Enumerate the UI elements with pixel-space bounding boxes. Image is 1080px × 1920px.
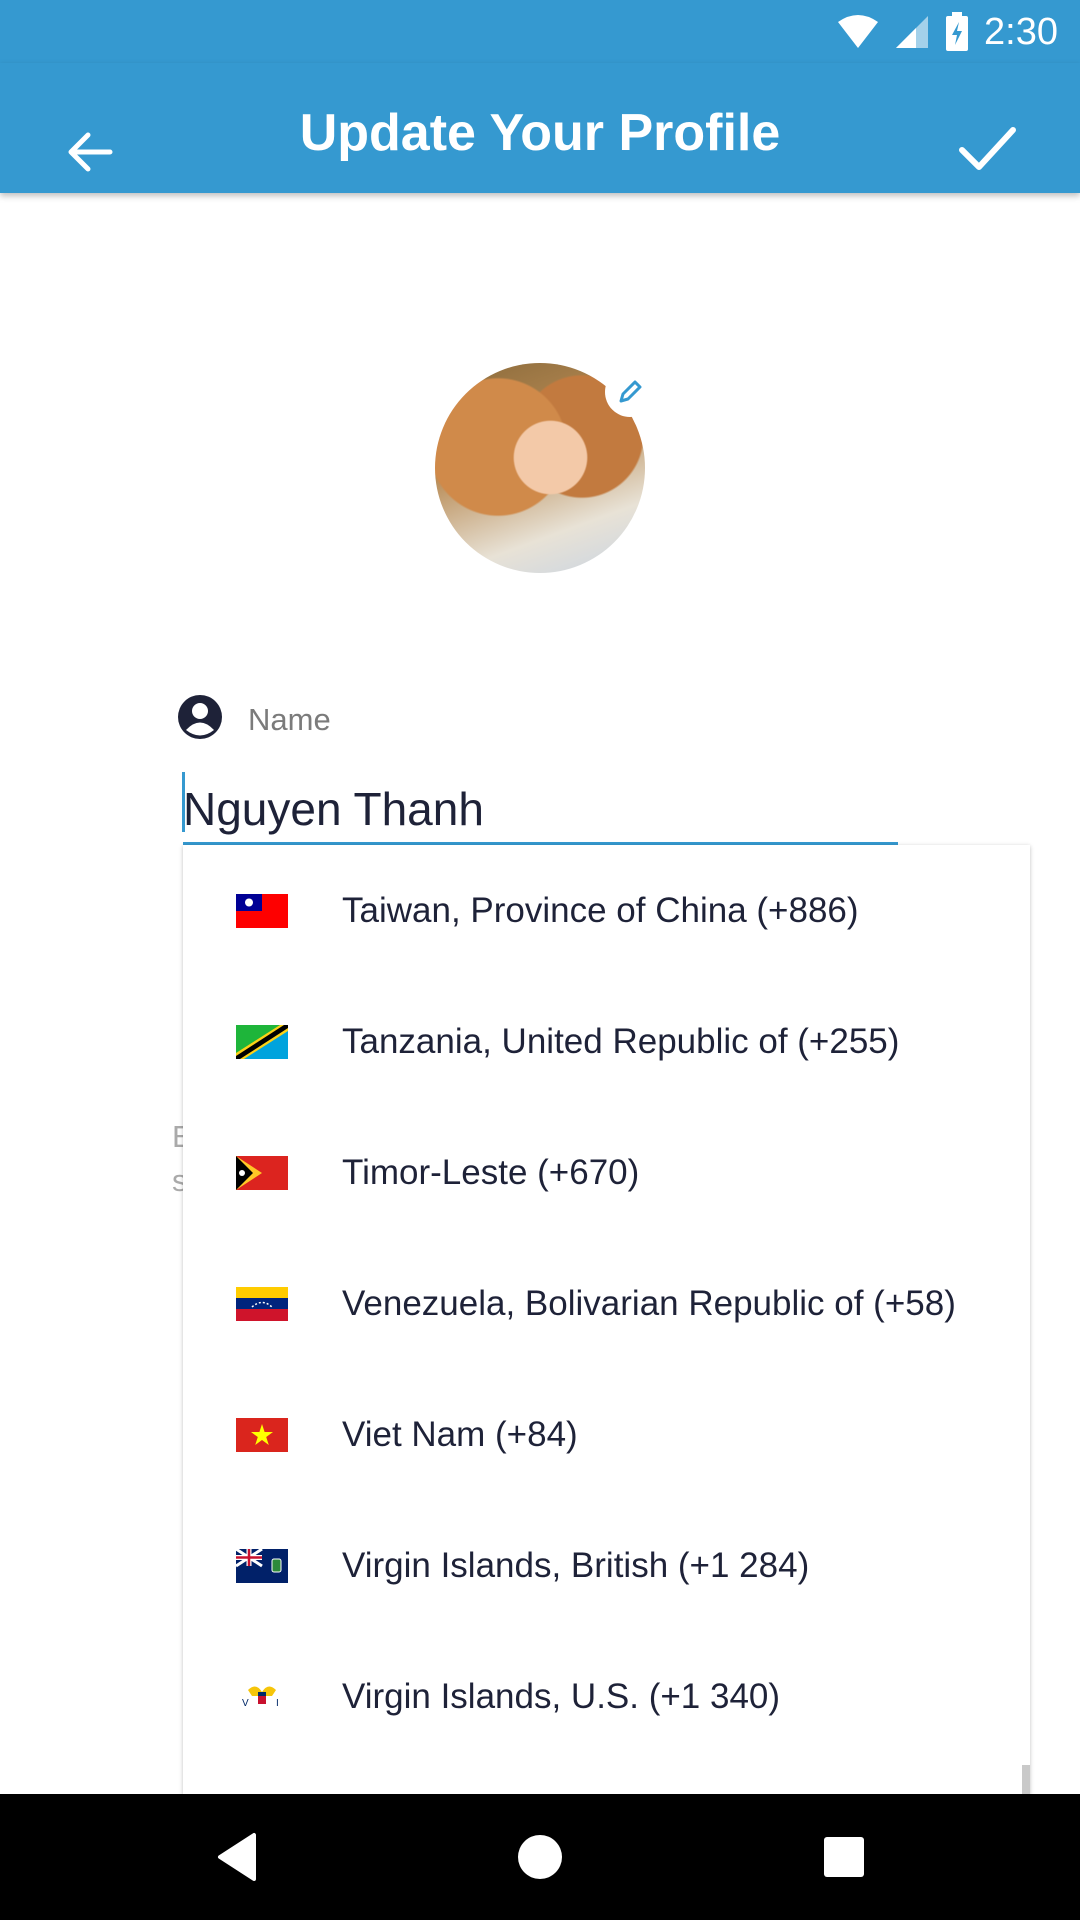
account-circle-icon xyxy=(178,695,222,739)
tanzania-flag-icon xyxy=(236,1024,288,1059)
name-input[interactable] xyxy=(183,776,898,845)
timor-leste-flag-icon xyxy=(236,1155,288,1190)
country-label: Virgin Islands, British (+1 284) xyxy=(342,1545,810,1585)
checkmark-icon[interactable] xyxy=(956,118,1018,180)
venezuela-flag-icon xyxy=(236,1286,288,1321)
country-label: Taiwan, Province of China (+886) xyxy=(342,890,859,930)
app-bar: Update Your Profile xyxy=(0,63,1080,193)
home-circle-icon[interactable] xyxy=(510,1827,570,1887)
bvi-flag-icon xyxy=(236,1548,288,1583)
country-label: Virgin Islands, U.S. (+1 340) xyxy=(342,1676,781,1716)
wifi-icon xyxy=(838,15,879,48)
recents-square-icon[interactable] xyxy=(814,1827,874,1887)
country-label: Timor-Leste (+670) xyxy=(342,1152,640,1192)
status-time: 2:30 xyxy=(984,10,1058,53)
usvi-flag-icon: V I xyxy=(236,1679,288,1714)
page-title: Update Your Profile xyxy=(299,104,781,162)
avatar-container xyxy=(435,363,655,573)
edit-avatar-button[interactable] xyxy=(605,367,655,417)
country-item[interactable]: Timor-Leste (+670) xyxy=(183,1107,1030,1238)
svg-text:V: V xyxy=(242,1698,249,1709)
country-item[interactable]: Taiwan, Province of China (+886) xyxy=(183,845,1030,976)
status-icons: 2:30 xyxy=(836,10,1058,54)
cell-signal-icon xyxy=(896,16,929,48)
name-label: Name xyxy=(248,702,331,737)
pencil-icon xyxy=(619,380,642,403)
country-code-dropdown[interactable]: Taiwan, Province of China (+886) Tanzani… xyxy=(183,845,1030,1795)
country-item[interactable]: Virgin Islands, British (+1 284) xyxy=(183,1500,1030,1631)
country-label: Venezuela, Bolivarian Republic of (+58) xyxy=(342,1283,956,1323)
text-cursor xyxy=(182,772,185,832)
navigation-bar xyxy=(0,1794,1080,1920)
country-item[interactable]: V I Virgin Islands, U.S. (+1 340) xyxy=(183,1631,1030,1762)
svg-text:I: I xyxy=(276,1698,279,1709)
country-item[interactable]: Tanzania, United Republic of (+255) xyxy=(183,976,1030,1107)
country-item[interactable]: Venezuela, Bolivarian Republic of (+58) xyxy=(183,1238,1030,1369)
status-bar: 2:30 xyxy=(0,0,1080,63)
taiwan-flag-icon xyxy=(236,893,288,928)
scrollbar-thumb[interactable] xyxy=(1022,1765,1030,1795)
country-label: Tanzania, United Republic of (+255) xyxy=(342,1021,900,1061)
vietnam-flag-icon xyxy=(236,1417,288,1452)
country-item[interactable]: Viet Nam (+84) xyxy=(183,1369,1030,1500)
country-label: Viet Nam (+84) xyxy=(342,1414,578,1454)
battery-icon xyxy=(946,12,969,51)
back-triangle-icon[interactable] xyxy=(208,1827,268,1887)
